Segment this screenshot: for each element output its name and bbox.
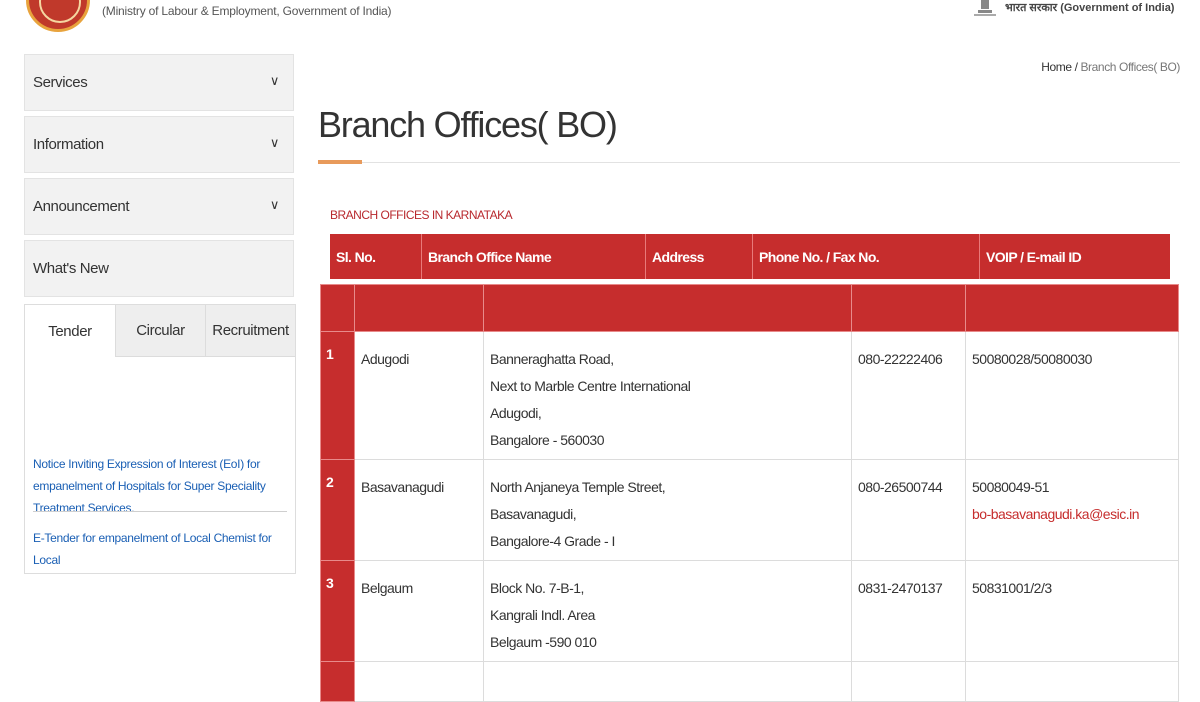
row-address: Block No. 7-B-1, Kangrali Indl. Area Bel…: [483, 560, 852, 662]
title-accent-bar: [318, 160, 362, 164]
row-voip: 50080049-51: [972, 479, 1050, 495]
breadcrumb: Home / Branch Offices( BO): [1041, 60, 1180, 74]
row-voip-email: 50831001/2/3: [965, 560, 1179, 662]
logo-emblem-ring: [39, 0, 81, 23]
table-row-partial: [320, 661, 1179, 702]
sidebar-item-services[interactable]: Services ∨: [24, 54, 294, 111]
tab-recruitment[interactable]: Recruitment: [205, 305, 295, 357]
address-line: Adugodi,: [490, 405, 542, 421]
chevron-down-icon: ∨: [269, 135, 280, 150]
row-voip-email: [965, 661, 1179, 702]
sidebar-item-label: Services: [33, 74, 88, 91]
row-voip-email: 50080028/50080030: [965, 331, 1179, 460]
table-row: 3 Belgaum Block No. 7-B-1, Kangrali Indl…: [320, 560, 1179, 662]
row-voip-email: 50080049-51 bo-basavanagudi.ka@esic.in: [965, 459, 1179, 561]
row-phone: [851, 661, 966, 702]
row-branch-name: Basavanagudi: [354, 459, 484, 561]
spacer-cell: [320, 284, 355, 332]
header-sl-no: Sl. No.: [330, 234, 422, 279]
section-title: BRANCH OFFICES IN KARNATAKA: [330, 208, 513, 222]
sidebar-item-whats-new[interactable]: What's New: [24, 240, 294, 297]
esic-logo[interactable]: [26, 0, 90, 32]
row-email-link[interactable]: bo-basavanagudi.ka@esic.in: [972, 501, 1172, 528]
sidebar-item-label: Announcement: [33, 198, 130, 215]
row-phone: 080-26500744: [851, 459, 966, 561]
address-line: Bangalore-4 Grade - I: [490, 533, 615, 549]
address-line: Bangalore - 560030: [490, 432, 605, 448]
sidebar-item-announcement[interactable]: Announcement ∨: [24, 178, 294, 235]
header-voip-email: VOIP / E-mail ID: [986, 248, 1082, 265]
spacer-cell: [965, 284, 1179, 332]
sidebar-item-label: What's New: [33, 260, 109, 277]
tab-tender[interactable]: Tender: [25, 305, 115, 357]
ministry-subtitle: (Ministry of Labour & Employment, Govern…: [102, 4, 392, 18]
chevron-down-icon: ∨: [269, 73, 280, 88]
address-line: Basavanagudi,: [490, 506, 577, 522]
row-branch-name: Belgaum: [354, 560, 484, 662]
tender-link-eoi[interactable]: Notice Inviting Expression of Interest (…: [33, 453, 289, 519]
row-address: [483, 661, 852, 702]
row-phone: 080-22222406: [851, 331, 966, 460]
row-sl-no: 3: [320, 560, 355, 662]
address-line: Block No. 7-B-1,: [490, 580, 584, 596]
header-branch-office-name: Branch Office Name: [422, 234, 646, 279]
header-address: Address: [646, 234, 753, 279]
table-spacer-row: [320, 284, 1179, 332]
government-of-india-label: भारत सरकार (Government of India): [1005, 2, 1175, 14]
row-address: North Anjaneya Temple Street, Basavanagu…: [483, 459, 852, 561]
table-row: 1 Adugodi Banneraghatta Road, Next to Ma…: [320, 331, 1179, 460]
address-line: Banneraghatta Road,: [490, 351, 614, 367]
chevron-down-icon: ∨: [269, 197, 280, 212]
divider: [33, 511, 287, 512]
row-sl-no: 2: [320, 459, 355, 561]
address-line: Kangrali Indl. Area: [490, 607, 595, 623]
row-sl-no: 1: [320, 331, 355, 460]
tender-tabs-panel: Tender Circular Recruitment Notice Invit…: [24, 304, 296, 574]
header-phone-fax: Phone No. / Fax No.: [753, 234, 980, 279]
table-header-row: Sl. No. Branch Office Name Address Phone…: [330, 234, 1170, 279]
table-row: 2 Basavanagudi North Anjaneya Temple Str…: [320, 459, 1179, 561]
spacer-cell: [851, 284, 966, 332]
tender-link-chemist[interactable]: E-Tender for empanelment of Local Chemis…: [33, 527, 289, 571]
row-branch-name: [354, 661, 484, 702]
tab-circular[interactable]: Circular: [115, 305, 205, 357]
address-line: North Anjaneya Temple Street,: [490, 479, 666, 495]
spacer-cell: [354, 284, 484, 332]
row-phone: 0831-2470137: [851, 560, 966, 662]
row-sl-no: [320, 661, 355, 702]
address-line: Next to Marble Centre International: [490, 378, 691, 394]
national-emblem-icon: [974, 0, 996, 16]
row-voip: 50831001/2/3: [972, 580, 1052, 596]
sidebar-item-information[interactable]: Information ∨: [24, 116, 294, 173]
sidebar-item-label: Information: [33, 136, 104, 153]
page-title: Branch Offices( BO): [318, 104, 618, 145]
row-branch-name: Adugodi: [354, 331, 484, 460]
title-divider: [318, 162, 1180, 163]
row-address: Banneraghatta Road, Next to Marble Centr…: [483, 331, 852, 460]
address-line: Belgaum -590 010: [490, 634, 597, 650]
breadcrumb-home-link[interactable]: Home: [1041, 60, 1072, 74]
row-voip: 50080028/50080030: [972, 351, 1092, 367]
spacer-cell: [483, 284, 852, 332]
branch-offices-table: 1 Adugodi Banneraghatta Road, Next to Ma…: [320, 284, 1179, 702]
breadcrumb-current: Branch Offices( BO): [1080, 60, 1180, 74]
